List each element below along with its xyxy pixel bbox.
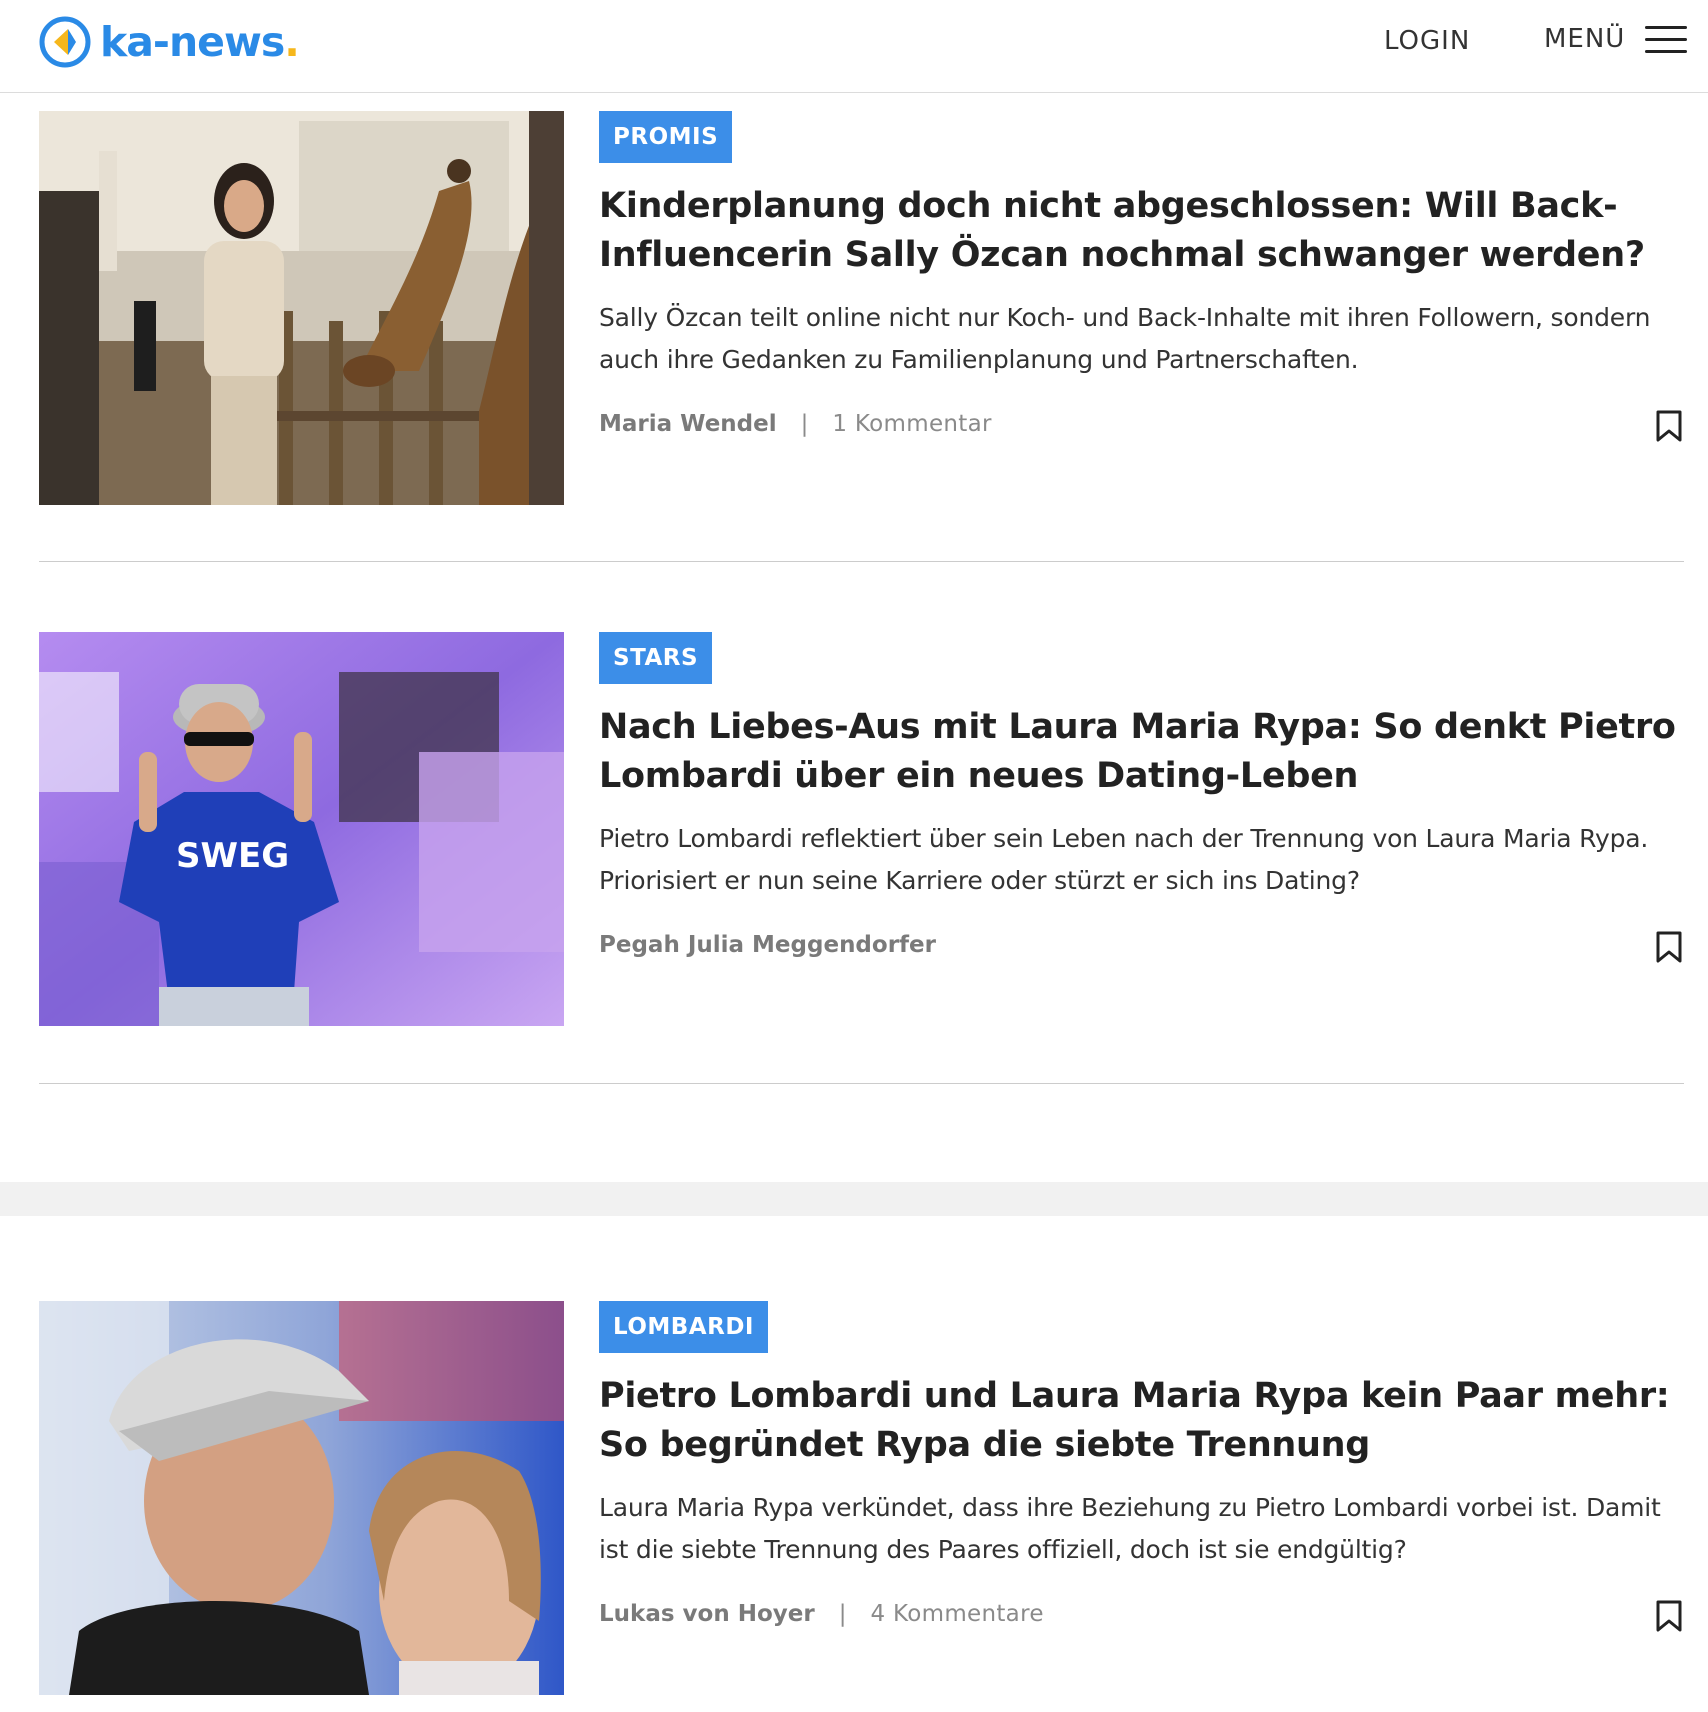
article-teaser: Pietro Lombardi reflektiert über sein Le… (599, 824, 1649, 895)
menu-button[interactable]: MENÜ (1544, 24, 1688, 54)
article-image[interactable]: SWEG (39, 632, 564, 1026)
login-link[interactable]: LOGIN (1384, 26, 1470, 56)
comment-count[interactable]: 1 Kommentar (832, 411, 991, 437)
author-name[interactable]: Pegah Julia Meggendorfer (599, 932, 936, 958)
meta-separator: | (800, 411, 809, 437)
site-logo[interactable]: ka-news. (38, 14, 300, 70)
author-name[interactable]: Maria Wendel (599, 411, 777, 437)
logo-play-icon (39, 16, 91, 68)
svg-text:SWEG: SWEG (176, 836, 289, 876)
article-title[interactable]: Nach Liebes-Aus mit Laura Maria Rypa: So… (599, 703, 1684, 801)
article-meta: Lukas von Hoyer | 4 Kommentare (599, 1601, 1044, 1627)
meta-separator: | (838, 1601, 847, 1627)
comment-count[interactable]: 4 Kommentare (870, 1601, 1043, 1627)
article-content: LOMBARDI Pietro Lombardi und Laura Maria… (599, 1301, 1684, 1571)
article-image[interactable] (39, 111, 564, 505)
bookmark-icon[interactable] (1654, 930, 1684, 964)
article-image[interactable] (39, 1301, 564, 1695)
category-tag[interactable]: STARS (599, 632, 713, 684)
article-card: PROMIS Kinderplanung doch nicht abgeschl… (0, 111, 1708, 511)
article-card: SWEG STARS Nach Liebes-Aus mit Laura Mar… (0, 632, 1708, 1032)
logo-wordmark: ka-news. (100, 18, 300, 66)
author-name[interactable]: Lukas von Hoyer (599, 1601, 815, 1627)
article-title[interactable]: Pietro Lombardi und Laura Maria Rypa kei… (599, 1372, 1684, 1470)
article-content: STARS Nach Liebes-Aus mit Laura Maria Ry… (599, 632, 1684, 902)
article-content: PROMIS Kinderplanung doch nicht abgeschl… (599, 111, 1684, 381)
divider (39, 1083, 1684, 1084)
hamburger-icon (1645, 24, 1688, 54)
category-tag[interactable]: LOMBARDI (599, 1301, 768, 1353)
photo-woman-feeding-giraffe (39, 111, 564, 505)
article-title[interactable]: Kinderplanung doch nicht abgeschlossen: … (599, 182, 1684, 280)
divider (39, 561, 1684, 562)
category-tag[interactable]: PROMIS (599, 111, 733, 163)
photo-couple-portrait (39, 1301, 564, 1695)
article-meta: Maria Wendel | 1 Kommentar (599, 411, 992, 437)
site-header: ka-news. LOGIN MENÜ (0, 0, 1708, 93)
bookmark-icon[interactable] (1654, 1599, 1684, 1633)
photo-man-in-blue-jersey: SWEG (39, 632, 564, 1026)
article-card: LOMBARDI Pietro Lombardi und Laura Maria… (0, 1301, 1708, 1701)
article-teaser: Laura Maria Rypa verkündet, dass ihre Be… (599, 1493, 1661, 1564)
bookmark-icon[interactable] (1654, 409, 1684, 443)
menu-label: MENÜ (1544, 24, 1626, 54)
article-meta: Pegah Julia Meggendorfer (599, 932, 936, 958)
article-teaser: Sally Özcan teilt online nicht nur Koch-… (599, 303, 1651, 374)
section-separator-band (0, 1182, 1708, 1216)
